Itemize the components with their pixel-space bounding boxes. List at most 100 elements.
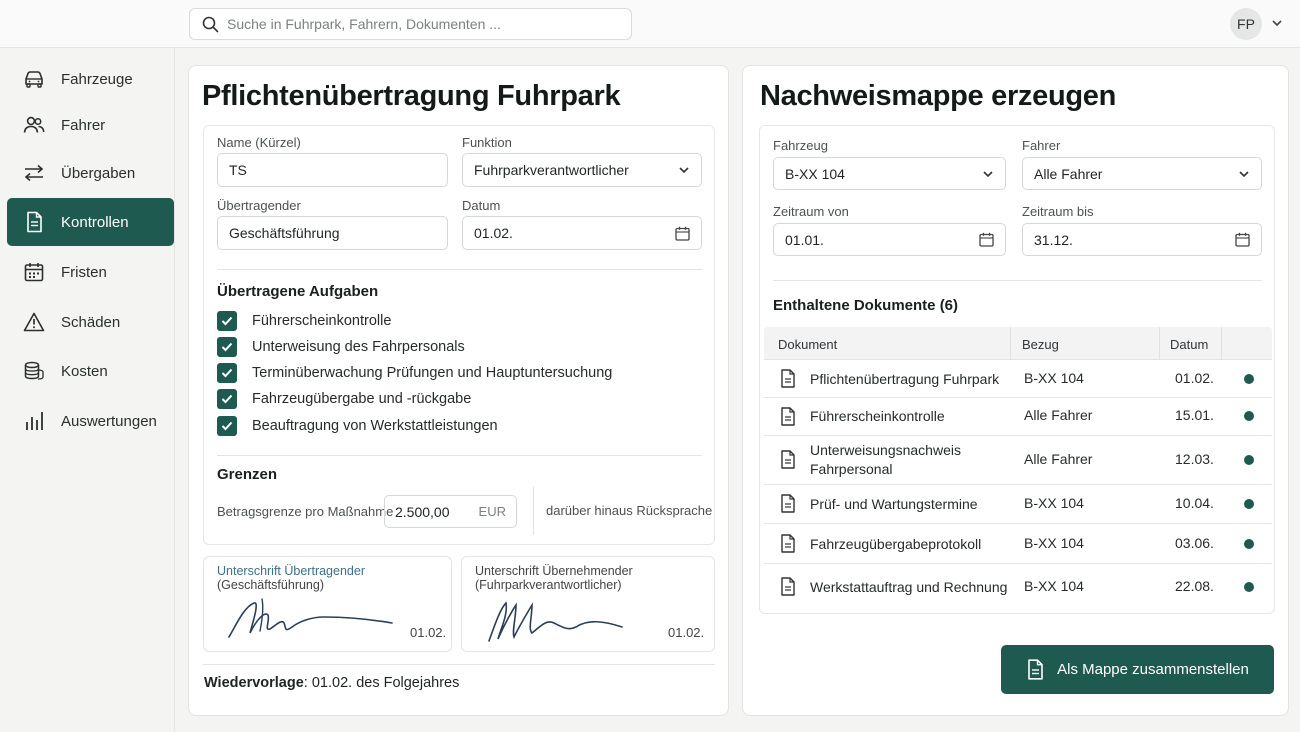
status-dot xyxy=(1244,455,1254,465)
datum-field[interactable]: 01.02. xyxy=(462,216,702,250)
warning-icon xyxy=(23,311,45,333)
checkbox-checked-icon[interactable] xyxy=(217,363,237,383)
column-header-datum: Datum xyxy=(1170,337,1209,352)
calendar-icon[interactable] xyxy=(1235,232,1250,247)
file-icon xyxy=(780,494,796,513)
wiedervorlage: Wiedervorlage: 01.02. des Folgejahres xyxy=(204,675,459,691)
checkbox-checked-icon[interactable] xyxy=(217,389,237,409)
status-dot xyxy=(1244,539,1254,549)
document-bezug: B-XX 104 xyxy=(1024,578,1084,594)
sidebar-item-fahrzeuge[interactable]: Fahrzeuge xyxy=(7,55,174,103)
task-label: Beauftragung von Werkstattleistungen xyxy=(252,418,498,434)
task-item[interactable]: Beauftragung von Werkstattleistungen xyxy=(217,416,498,436)
sidebar-item-label: Fahrzeuge xyxy=(61,70,133,88)
sidebar-item-uebergaben[interactable]: Übergaben xyxy=(7,149,174,197)
currency-label: EUR xyxy=(478,504,506,519)
document-bezug: B-XX 104 xyxy=(1024,495,1084,511)
checkbox-checked-icon[interactable] xyxy=(217,337,237,357)
chevron-down-icon xyxy=(982,170,994,178)
task-label: Unterweisung des Fahrpersonals xyxy=(252,339,465,355)
zeitraum-von-label: Zeitraum von xyxy=(773,204,849,219)
bar-chart-icon xyxy=(23,410,45,432)
document-name: Unterweisungsnachweis Fahrpersonal xyxy=(810,442,961,477)
fahrer-select[interactable]: Alle Fahrer xyxy=(1022,157,1262,190)
zeitraum-bis-field[interactable]: 31.12. xyxy=(1022,223,1262,256)
document-datum: 01.02. xyxy=(1175,370,1214,386)
column-header-dokument: Dokument xyxy=(778,337,838,352)
compile-folder-button[interactable]: Als Mappe zusammenstellen xyxy=(1001,645,1274,694)
signature-image xyxy=(488,601,623,642)
table-row[interactable]: Fahrzeugübergabeprotokoll B-XX 104 03.06… xyxy=(764,524,1272,564)
zeitraum-von-field[interactable]: 01.01. xyxy=(773,223,1006,256)
grenzen-title: Grenzen xyxy=(217,466,278,483)
section-title: Nachweismappe erzeugen xyxy=(760,80,1117,112)
checkbox-checked-icon[interactable] xyxy=(217,311,237,331)
fahrzeug-label: Fahrzeug xyxy=(773,138,828,153)
page-title: Pflichtenübertragung Fuhrpark xyxy=(202,80,621,112)
search-input[interactable] xyxy=(227,16,607,32)
document-bezug: B-XX 104 xyxy=(1024,370,1084,386)
signature-box-uebertragender[interactable]: Unterschrift Übertragender (Geschäftsfüh… xyxy=(203,556,452,652)
coins-icon xyxy=(23,360,45,382)
document-bezug: B-XX 104 xyxy=(1024,535,1084,551)
arrows-swap-icon xyxy=(23,162,45,184)
betrag-input[interactable]: 2.500,00 EUR xyxy=(384,495,517,528)
file-icon xyxy=(780,407,796,426)
sidebar-item-fristen[interactable]: Fristen xyxy=(7,248,174,296)
signature-date: 01.02. xyxy=(668,625,705,640)
task-item[interactable]: Fahrzeugübergabe und -rückgabe xyxy=(217,389,471,409)
document-name: Pflichtenübertragung Fuhrpark xyxy=(810,371,1000,387)
checkbox-checked-icon[interactable] xyxy=(217,416,237,436)
sidebar-item-auswertungen[interactable]: Auswertungen xyxy=(7,397,174,445)
calendar-icon[interactable] xyxy=(675,226,690,241)
signature-role: (Fuhrparkverantwortlicher) xyxy=(475,578,622,592)
table-row[interactable]: Werkstattauftrag und Rechnung B-XX 104 2… xyxy=(764,564,1272,610)
search-icon xyxy=(202,16,219,33)
calendar-icon[interactable] xyxy=(979,232,994,247)
name-value: TS xyxy=(229,162,247,178)
file-icon xyxy=(780,577,796,596)
betrag-value: 2.500,00 xyxy=(395,503,450,520)
sidebar-item-kosten[interactable]: Kosten xyxy=(7,347,174,395)
avatar[interactable]: FP xyxy=(1230,8,1262,40)
table-row[interactable]: Unterweisungsnachweis Fahrpersonal Alle … xyxy=(764,436,1272,485)
sidebar-item-schaeden[interactable]: Schäden xyxy=(7,298,174,346)
signature-title: Unterschrift Übernehmender xyxy=(475,564,633,578)
divider xyxy=(533,487,534,535)
status-dot xyxy=(1244,582,1254,592)
signature-box-uebernehmender[interactable]: Unterschrift Übernehmender (Fuhrparkvera… xyxy=(461,556,715,652)
table-row[interactable]: Prüf- und Wartungstermine B-XX 104 10.04… xyxy=(764,485,1272,524)
sidebar-item-fahrer[interactable]: Fahrer xyxy=(7,101,174,149)
chevron-down-icon[interactable] xyxy=(1271,18,1283,28)
name-field[interactable]: TS xyxy=(217,153,448,187)
funktion-select[interactable]: Fuhrparkverantwortlicher xyxy=(462,153,702,187)
table-header: Dokument Bezug Datum xyxy=(764,327,1272,360)
wiedervorlage-value: : 01.02. des Folgejahres xyxy=(303,675,460,691)
fahrer-value: Alle Fahrer xyxy=(1034,165,1103,182)
sidebar-item-label: Übergaben xyxy=(61,164,136,182)
sidebar-item-label: Fahrer xyxy=(61,116,106,134)
task-item[interactable]: Unterweisung des Fahrpersonals xyxy=(217,337,465,357)
fahrzeug-select[interactable]: B-XX 104 xyxy=(773,157,1006,190)
document-bezug: Alle Fahrer xyxy=(1024,451,1093,467)
calendar-icon xyxy=(23,261,45,283)
task-label: Terminüberwachung Prüfungen und Hauptunt… xyxy=(252,365,613,381)
button-label: Als Mappe zusammenstellen xyxy=(1057,661,1249,678)
task-item[interactable]: Führerscheinkontrolle xyxy=(217,311,391,331)
column-divider xyxy=(1159,327,1160,360)
search-box[interactable] xyxy=(189,8,632,40)
sidebar-item-label: Kontrollen xyxy=(61,213,129,231)
signature-date: 01.02. xyxy=(410,625,447,640)
status-dot xyxy=(1244,499,1254,509)
chevron-down-icon xyxy=(1238,170,1250,178)
tasks-title: Übertragene Aufgaben xyxy=(217,283,379,300)
task-item[interactable]: Terminüberwachung Prüfungen und Hauptunt… xyxy=(217,363,612,383)
table-row[interactable]: Führerscheinkontrolle Alle Fahrer 15.01. xyxy=(764,398,1272,436)
uebertragender-field[interactable]: Geschäftsführung xyxy=(217,216,448,250)
sidebar-item-label: Auswertungen xyxy=(61,412,157,430)
table-row[interactable]: Pflichtenübertragung Fuhrpark B-XX 104 0… xyxy=(764,360,1272,398)
sidebar-item-kontrollen[interactable]: Kontrollen xyxy=(7,198,174,246)
sidebar-item-label: Schäden xyxy=(61,313,121,331)
column-header-bezug: Bezug xyxy=(1022,337,1059,352)
file-icon xyxy=(780,450,796,469)
